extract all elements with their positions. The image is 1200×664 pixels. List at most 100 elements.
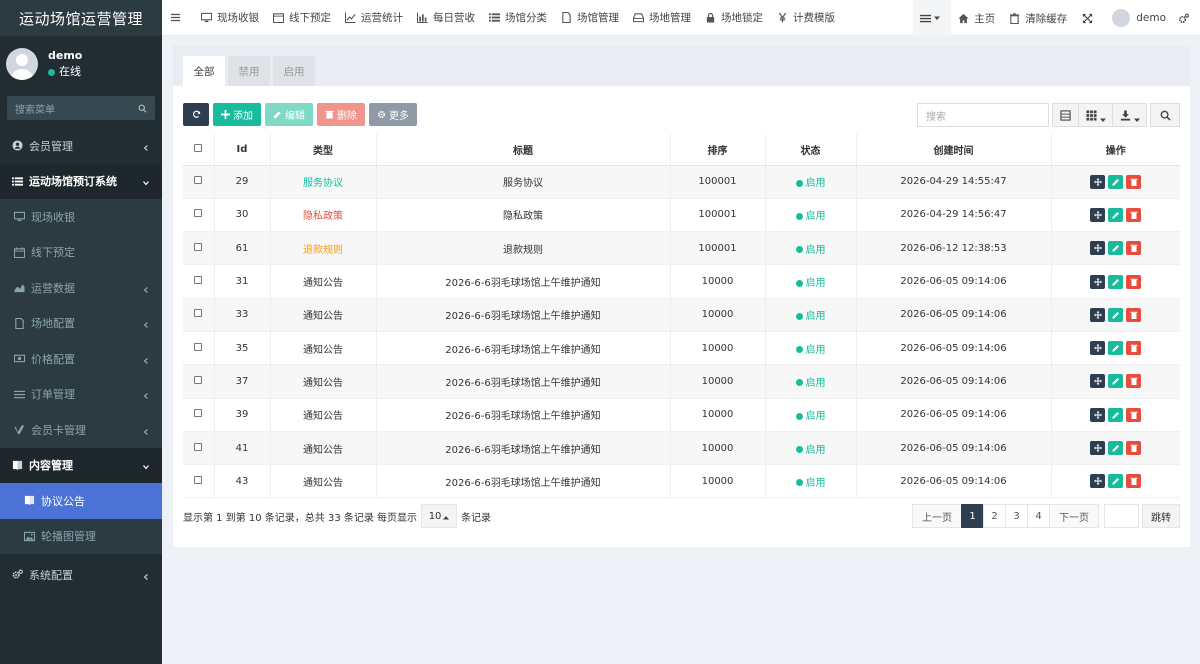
status-badge[interactable]: 启用 [806, 378, 826, 389]
more-button[interactable]: 更多 [369, 103, 417, 126]
nav-court-manage[interactable]: 场地管理 [626, 0, 698, 36]
sidebar-item-cashier[interactable]: 现场收银 [0, 199, 162, 235]
col-header-type[interactable]: 类型 [270, 134, 377, 166]
row-checkbox[interactable] [194, 442, 203, 451]
row-edit-button[interactable] [1108, 174, 1124, 189]
col-header-createtime[interactable]: 创建时间 [856, 134, 1052, 166]
nav-venue-manage[interactable]: 场馆管理 [554, 0, 626, 36]
drag-sort-button[interactable] [1090, 441, 1106, 456]
sidebar-item-agreements[interactable]: 协议公告 [0, 483, 162, 519]
row-edit-button[interactable] [1108, 274, 1124, 289]
row-delete-button[interactable] [1126, 307, 1142, 322]
row-checkbox[interactable] [194, 375, 203, 384]
sidebar-item-member-card[interactable]: 会员卡管理 [0, 412, 162, 448]
page-size-select[interactable]: 10 [421, 504, 458, 528]
row-delete-button[interactable] [1126, 341, 1142, 356]
sidebar-item-offline-booking[interactable]: 线下预定 [0, 234, 162, 270]
next-page-button[interactable]: 下一页 [1049, 504, 1099, 528]
status-badge[interactable]: 启用 [806, 178, 826, 189]
status-badge[interactable]: 启用 [806, 411, 826, 422]
tab-disabled[interactable]: 禁用 [228, 56, 270, 86]
app-logo[interactable]: 运动场馆运营管理 [0, 0, 162, 36]
row-edit-button[interactable] [1108, 374, 1124, 389]
status-badge[interactable]: 启用 [806, 245, 826, 256]
row-edit-button[interactable] [1108, 341, 1124, 356]
row-delete-button[interactable] [1126, 207, 1142, 222]
status-badge[interactable]: 启用 [806, 445, 826, 456]
jump-button[interactable]: 跳转 [1142, 504, 1180, 528]
select-all-checkbox[interactable] [194, 143, 203, 152]
table-row[interactable]: 37 通知公告 2026-6-6羽毛球场馆上午维护通知 10000 启用 2026-06-… [183, 364, 1180, 399]
delete-button[interactable]: 删除 [317, 103, 365, 126]
status-badge[interactable]: 启用 [806, 311, 826, 322]
sidebar-search-input[interactable]: 搜索菜单 [7, 96, 155, 120]
row-edit-button[interactable] [1108, 307, 1124, 322]
drag-sort-button[interactable] [1090, 307, 1106, 322]
sidebar-item-carousel[interactable]: 轮播图管理 [0, 518, 162, 554]
drag-sort-button[interactable] [1090, 341, 1106, 356]
tab-enabled[interactable]: 启用 [273, 56, 315, 86]
nav-venue-category[interactable]: 场馆分类 [482, 0, 554, 36]
table-row[interactable]: 61 退款规则 退款规则 100001 启用 2026-06-12 12:38:53 [183, 231, 1180, 266]
table-row[interactable]: 43 通知公告 2026-6-6羽毛球场馆上午维护通知 10000 启用 2026-06-… [183, 464, 1180, 499]
row-delete-button[interactable] [1126, 374, 1142, 389]
row-edit-button[interactable] [1108, 241, 1124, 256]
nav-cashier[interactable]: 现场收银 [194, 0, 266, 36]
nav-court-lock[interactable]: 场地锁定 [698, 0, 770, 36]
sidebar-toggle-button[interactable] [162, 0, 194, 36]
sidebar-item-ops-data[interactable]: 运营数据 [0, 270, 162, 306]
drag-sort-button[interactable] [1090, 407, 1106, 422]
row-checkbox[interactable] [194, 409, 203, 418]
toggle-view-button[interactable] [1052, 103, 1079, 127]
jump-page-input[interactable] [1104, 504, 1139, 528]
fullscreen-button[interactable] [1074, 0, 1106, 36]
page-button-2[interactable]: 2 [983, 504, 1006, 528]
columns-dropdown-button[interactable] [1078, 103, 1113, 127]
row-edit-button[interactable] [1108, 474, 1124, 489]
nav-user-menu[interactable]: demo [1106, 0, 1178, 36]
nav-home[interactable]: 主页 [951, 0, 1002, 36]
col-header-id[interactable]: Id [214, 134, 271, 166]
nav-daily-revenue[interactable]: 每日营收 [410, 0, 482, 36]
row-checkbox[interactable] [194, 309, 203, 318]
row-delete-button[interactable] [1126, 241, 1142, 256]
row-delete-button[interactable] [1126, 407, 1142, 422]
sidebar-item-venue-config[interactable]: 场地配置 [0, 305, 162, 341]
sidebar-item-price-config[interactable]: 价格配置 [0, 341, 162, 377]
status-badge[interactable]: 启用 [806, 211, 826, 222]
table-row[interactable]: 39 通知公告 2026-6-6羽毛球场馆上午维护通知 10000 启用 2026-06-… [183, 398, 1180, 432]
tab-all[interactable]: 全部 [183, 56, 225, 86]
sidebar-item-system-config[interactable]: 系统配置 [0, 557, 162, 593]
row-edit-button[interactable] [1108, 207, 1124, 222]
table-row[interactable]: 29 服务协议 服务协议 100001 启用 2026-04-29 14:55:47 [183, 165, 1180, 199]
status-badge[interactable]: 启用 [806, 278, 826, 289]
status-badge[interactable]: 启用 [806, 478, 826, 489]
row-edit-button[interactable] [1108, 441, 1124, 456]
nav-billing-template[interactable]: 计费模版 [770, 0, 842, 36]
nav-clear-cache[interactable]: 清除缓存 [1002, 0, 1074, 36]
row-checkbox[interactable] [194, 176, 203, 185]
row-delete-button[interactable] [1126, 474, 1142, 489]
advanced-search-button[interactable] [1150, 103, 1180, 127]
nav-ops-stats[interactable]: 运营统计 [338, 0, 410, 36]
prev-page-button[interactable]: 上一页 [912, 504, 962, 528]
table-row[interactable]: 33 通知公告 2026-6-6羽毛球场馆上午维护通知 10000 启用 2026-06-… [183, 298, 1180, 332]
table-row[interactable]: 35 通知公告 2026-6-6羽毛球场馆上午维护通知 10000 启用 2026-06-… [183, 331, 1180, 366]
add-button[interactable]: 添加 [213, 103, 261, 126]
export-dropdown-button[interactable] [1112, 103, 1147, 127]
table-row[interactable]: 41 通知公告 2026-6-6羽毛球场馆上午维护通知 10000 启用 2026-06-… [183, 431, 1180, 466]
drag-sort-button[interactable] [1090, 474, 1106, 489]
status-badge[interactable]: 启用 [806, 345, 826, 356]
table-search-input[interactable]: 搜索 [917, 103, 1049, 127]
sidebar-item-content[interactable]: 内容管理 [0, 447, 162, 483]
page-button-1[interactable]: 1 [961, 504, 984, 528]
row-edit-button[interactable] [1108, 407, 1124, 422]
page-button-4[interactable]: 4 [1027, 504, 1050, 528]
table-row[interactable]: 31 通知公告 2026-6-6羽毛球场馆上午维护通知 10000 启用 2026-06-… [183, 264, 1180, 299]
row-checkbox[interactable] [194, 209, 203, 218]
row-delete-button[interactable] [1126, 174, 1142, 189]
drag-sort-button[interactable] [1090, 274, 1106, 289]
sidebar-item-member[interactable]: 会员管理 [0, 128, 162, 164]
nav-menu-dropdown[interactable] [913, 0, 952, 36]
drag-sort-button[interactable] [1090, 207, 1106, 222]
